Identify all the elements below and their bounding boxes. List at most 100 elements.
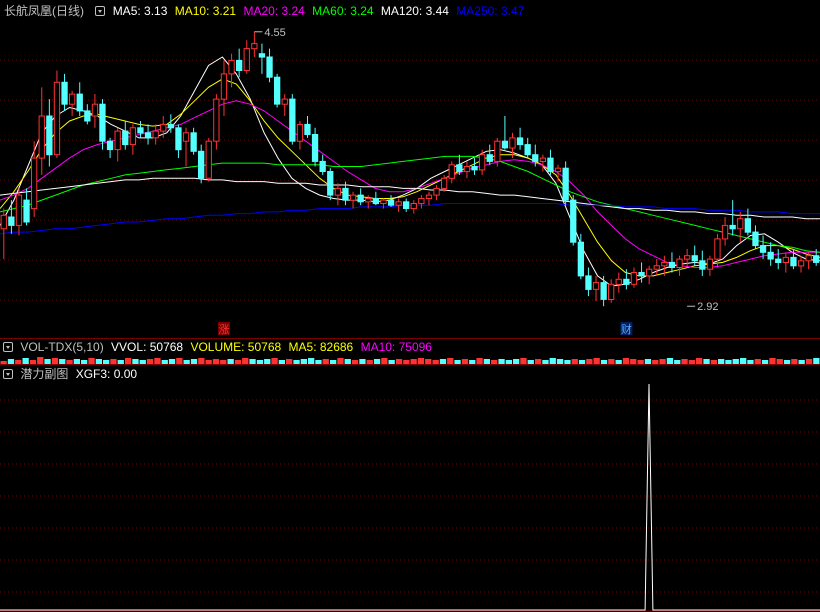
ma-line-ma120	[0, 177, 820, 220]
candle-up	[418, 198, 425, 205]
candle-down	[137, 127, 144, 134]
candle-up	[714, 238, 721, 260]
candle-up	[114, 130, 121, 151]
candle-down	[357, 194, 364, 203]
candle-down	[775, 258, 782, 264]
annotations: 4.55 2.92 涨 财	[217, 27, 719, 336]
candle-down	[524, 144, 531, 156]
sub-header: 潜力副图 XGF3: 0.00	[0, 366, 141, 382]
candle-down	[562, 167, 569, 201]
candle-down	[84, 110, 91, 122]
candle-up	[463, 166, 471, 173]
candle-down	[577, 241, 585, 277]
candle-down	[304, 123, 311, 136]
ma120-label: MA120: 3.44	[380, 4, 449, 18]
candle-up	[494, 140, 501, 162]
candle-up	[479, 154, 486, 171]
candle-up	[608, 283, 615, 300]
sub-panel-top-border	[0, 364, 820, 365]
candle-up	[243, 48, 250, 71]
event-marker-label[interactable]: 财	[621, 322, 632, 336]
candle-up	[539, 157, 547, 163]
vol-title: VOL-TDX(5,10)	[20, 340, 104, 354]
candle-up	[676, 258, 683, 269]
volume-label: VOLUME: 50768	[190, 340, 282, 354]
xgf3-line	[0, 383, 820, 611]
ma-line-ma10	[0, 78, 820, 277]
candle-down	[266, 56, 273, 78]
candle-down	[759, 245, 767, 253]
high-price-label: 4.55	[264, 27, 285, 39]
main-header: 长航凤凰(日线) MA5: 3.13 MA10: 3.21 MA20: 3.24…	[0, 3, 528, 19]
candle-up	[53, 81, 61, 156]
candle-down	[570, 199, 577, 243]
low-price-label: 2.92	[697, 301, 718, 313]
candle-down	[236, 59, 243, 72]
candle-down	[122, 130, 129, 146]
candle-up	[805, 255, 812, 262]
candle-up	[797, 260, 805, 267]
candle-down	[8, 216, 15, 226]
candle-down	[638, 272, 645, 277]
candle-down	[76, 93, 83, 112]
candle-up	[395, 201, 402, 206]
ma5-label: MA5: 3.13	[112, 4, 168, 18]
ma250-label: MA250: 3.47	[456, 4, 525, 18]
ma-line-ma60	[0, 155, 820, 253]
vol-ma10-label: MA10: 75096	[360, 340, 432, 354]
candle-down	[198, 150, 205, 179]
dropdown-icon[interactable]	[3, 342, 13, 352]
ma-line-ma250	[0, 203, 820, 235]
candle-down	[623, 278, 630, 285]
candle-up	[706, 258, 714, 270]
candle-down	[691, 255, 698, 262]
candle-down	[327, 171, 334, 196]
candle-up	[592, 282, 600, 290]
candle-down	[532, 154, 539, 162]
candle-up	[615, 278, 622, 285]
candle-down	[258, 53, 266, 58]
candle-up	[281, 98, 288, 105]
candle-down	[547, 157, 554, 173]
candle-up	[365, 198, 372, 203]
candle-up	[213, 98, 220, 142]
vol-ma5-label: MA5: 82686	[288, 340, 354, 354]
candle-up	[251, 43, 258, 50]
candle-down	[600, 282, 607, 300]
ma-line-ma5	[0, 56, 820, 287]
candle-down	[699, 260, 706, 270]
candle-down	[289, 98, 296, 142]
candle-up	[509, 137, 516, 149]
sub-title: 潜力副图	[20, 367, 69, 381]
dropdown-icon[interactable]	[95, 6, 106, 16]
candle-down	[106, 140, 114, 151]
candle-down	[403, 201, 410, 210]
candle-down	[456, 164, 463, 173]
stock-title: 长航凤凰(日线)	[4, 4, 84, 18]
candle-up	[0, 214, 7, 230]
vvol-label: VVOL: 50768	[111, 340, 184, 354]
candle-up	[425, 194, 433, 200]
candle-down	[387, 199, 395, 206]
candle-up	[448, 164, 455, 179]
candle-down	[813, 255, 820, 263]
candle-up	[31, 157, 38, 210]
candle-down	[471, 166, 478, 171]
candle-up	[737, 218, 744, 230]
candle-down	[99, 103, 106, 142]
dropdown-icon[interactable]	[3, 369, 13, 379]
candle-up	[349, 194, 357, 201]
candles	[0, 31, 820, 307]
candle-up	[721, 224, 729, 240]
ma-lines	[0, 56, 820, 287]
event-marker-label[interactable]: 涨	[218, 323, 229, 336]
candle-up	[228, 59, 235, 75]
candle-down	[668, 261, 676, 268]
candle-up	[69, 93, 76, 105]
candle-up	[661, 261, 668, 267]
candle-up	[91, 103, 99, 117]
candle-up	[782, 256, 790, 263]
candle-down	[752, 231, 759, 247]
ma20-label: MA20: 3.24	[243, 4, 305, 18]
ma60-label: MA60: 3.24	[312, 4, 374, 18]
